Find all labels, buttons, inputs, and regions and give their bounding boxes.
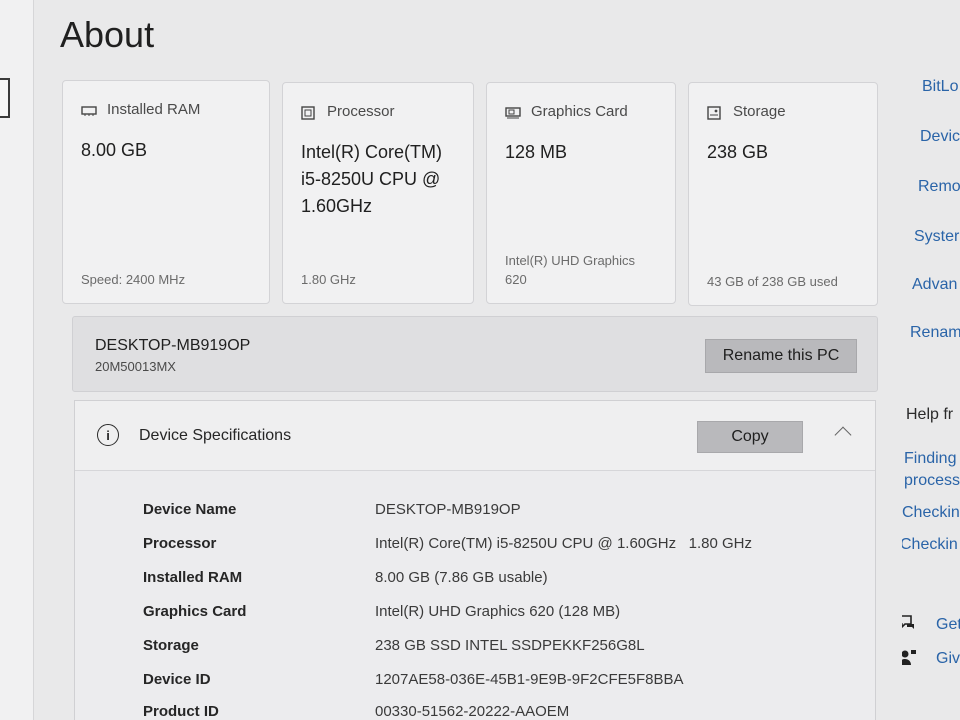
graphics-model-line: Intel(R) UHD Graphics (505, 253, 636, 268)
nav-item-selected[interactable] (0, 78, 10, 118)
spec-label: Installed RAM (143, 569, 243, 586)
help-section-title: Help fr (906, 406, 954, 423)
card-label: Installed RAM (107, 101, 201, 118)
related-link-advanced-settings[interactable]: Advan (912, 276, 957, 294)
graphics-value: 128 MB (505, 142, 568, 162)
spec-label: Device ID (143, 671, 211, 688)
ram-icon (81, 104, 97, 116)
copy-button[interactable]: Copy (697, 421, 803, 453)
spec-value: Intel(R) Core(TM) i5-8250U CPU @ 1.60GHz… (375, 535, 752, 552)
card-header: Graphics Card (505, 103, 628, 120)
spec-value: 8.00 GB (7.86 GB usable) (375, 569, 548, 586)
help-link-process[interactable]: process (904, 472, 960, 490)
device-name-bar: DESKTOP-MB919OP 20M50013MX Rename this P… (72, 316, 878, 392)
spec-label: Storage (143, 637, 199, 654)
processor-line: i5-8250U CPU @ (301, 169, 441, 189)
related-link-remote-desktop[interactable]: Remo (918, 178, 960, 196)
processor-line: Intel(R) Core(TM) (301, 142, 443, 162)
storage-icon (707, 105, 723, 120)
graphics-card-icon (505, 106, 521, 118)
chevron-up-icon[interactable] (834, 426, 852, 444)
device-specifications-header[interactable]: i Device Specifications Copy (75, 401, 875, 471)
card-storage: Storage 238 GB 43 GB of 238 GB used (688, 82, 878, 306)
spec-label: Processor (143, 535, 217, 552)
related-link-device-manager[interactable]: Devic (920, 128, 960, 146)
processor-icon (301, 105, 317, 120)
spec-value: 00330-51562-20222-AAOEM (375, 703, 570, 720)
graphics-model: Intel(R) UHD Graphics 620 (505, 251, 635, 289)
card-label: Storage (733, 103, 786, 120)
card-header: Processor (301, 103, 395, 120)
device-model: 20M50013MX (95, 359, 176, 374)
card-header: Installed RAM (81, 101, 200, 118)
related-link-rename[interactable]: Renam (910, 324, 960, 342)
card-processor: Processor Intel(R) Core(TM) i5-8250U CPU… (282, 82, 474, 304)
device-specifications-title: Device Specifications (139, 427, 292, 444)
related-link-bitlocker[interactable]: BitLo (922, 78, 958, 96)
card-installed-ram: Installed RAM 8.00 GB Speed: 2400 MHz (62, 80, 270, 304)
device-specifications-panel: i Device Specifications Copy Device Name… (74, 400, 876, 720)
get-help-icon (902, 614, 916, 630)
spec-label: Device Name (143, 501, 237, 518)
graphics-model-line: 620 (505, 272, 527, 287)
related-link-system-protection[interactable]: Syster (914, 228, 959, 246)
rename-pc-button[interactable]: Rename this PC (705, 339, 857, 373)
card-header: Storage (707, 103, 786, 120)
spec-value: 1207AE58-036E-45B1-9E9B-9F2CFE5F8BBA (375, 671, 684, 688)
help-link-checking-1[interactable]: Checkin (902, 504, 960, 522)
storage-value: 238 GB (707, 142, 769, 162)
processor-value: Intel(R) Core(TM) i5-8250U CPU @ 1.60GHz (301, 139, 442, 220)
give-feedback-link[interactable]: Giv (936, 650, 960, 668)
ram-speed: Speed: 2400 MHz (81, 272, 186, 287)
spec-value: Intel(R) UHD Graphics 620 (128 MB) (375, 603, 621, 620)
give-feedback-icon (902, 648, 916, 665)
page-title: About (60, 14, 155, 55)
card-graphics: Graphics Card 128 MB Intel(R) UHD Graphi… (486, 82, 676, 304)
processor-speed: 1.80 GHz (301, 272, 356, 287)
card-label: Processor (327, 103, 395, 120)
related-settings-column: BitLo Devic Remo Syster Advan Renam Help… (902, 0, 960, 720)
spec-label: Product ID (143, 703, 219, 720)
get-help-link[interactable]: Get (936, 616, 960, 634)
spec-value: DESKTOP-MB919OP (375, 501, 521, 518)
help-link-finding[interactable]: Finding (904, 450, 956, 468)
help-link-checking-2[interactable]: Checkin (902, 536, 958, 554)
device-name: DESKTOP-MB919OP (95, 337, 251, 354)
storage-usage: 43 GB of 238 GB used (707, 274, 838, 289)
info-icon: i (97, 424, 119, 446)
spec-value: 238 GB SSD INTEL SSDPEKKF256G8L (375, 637, 645, 654)
ram-value: 8.00 GB (81, 140, 148, 160)
processor-line: 1.60GHz (301, 196, 373, 216)
card-label: Graphics Card (531, 103, 628, 120)
spec-label: Graphics Card (143, 603, 247, 620)
